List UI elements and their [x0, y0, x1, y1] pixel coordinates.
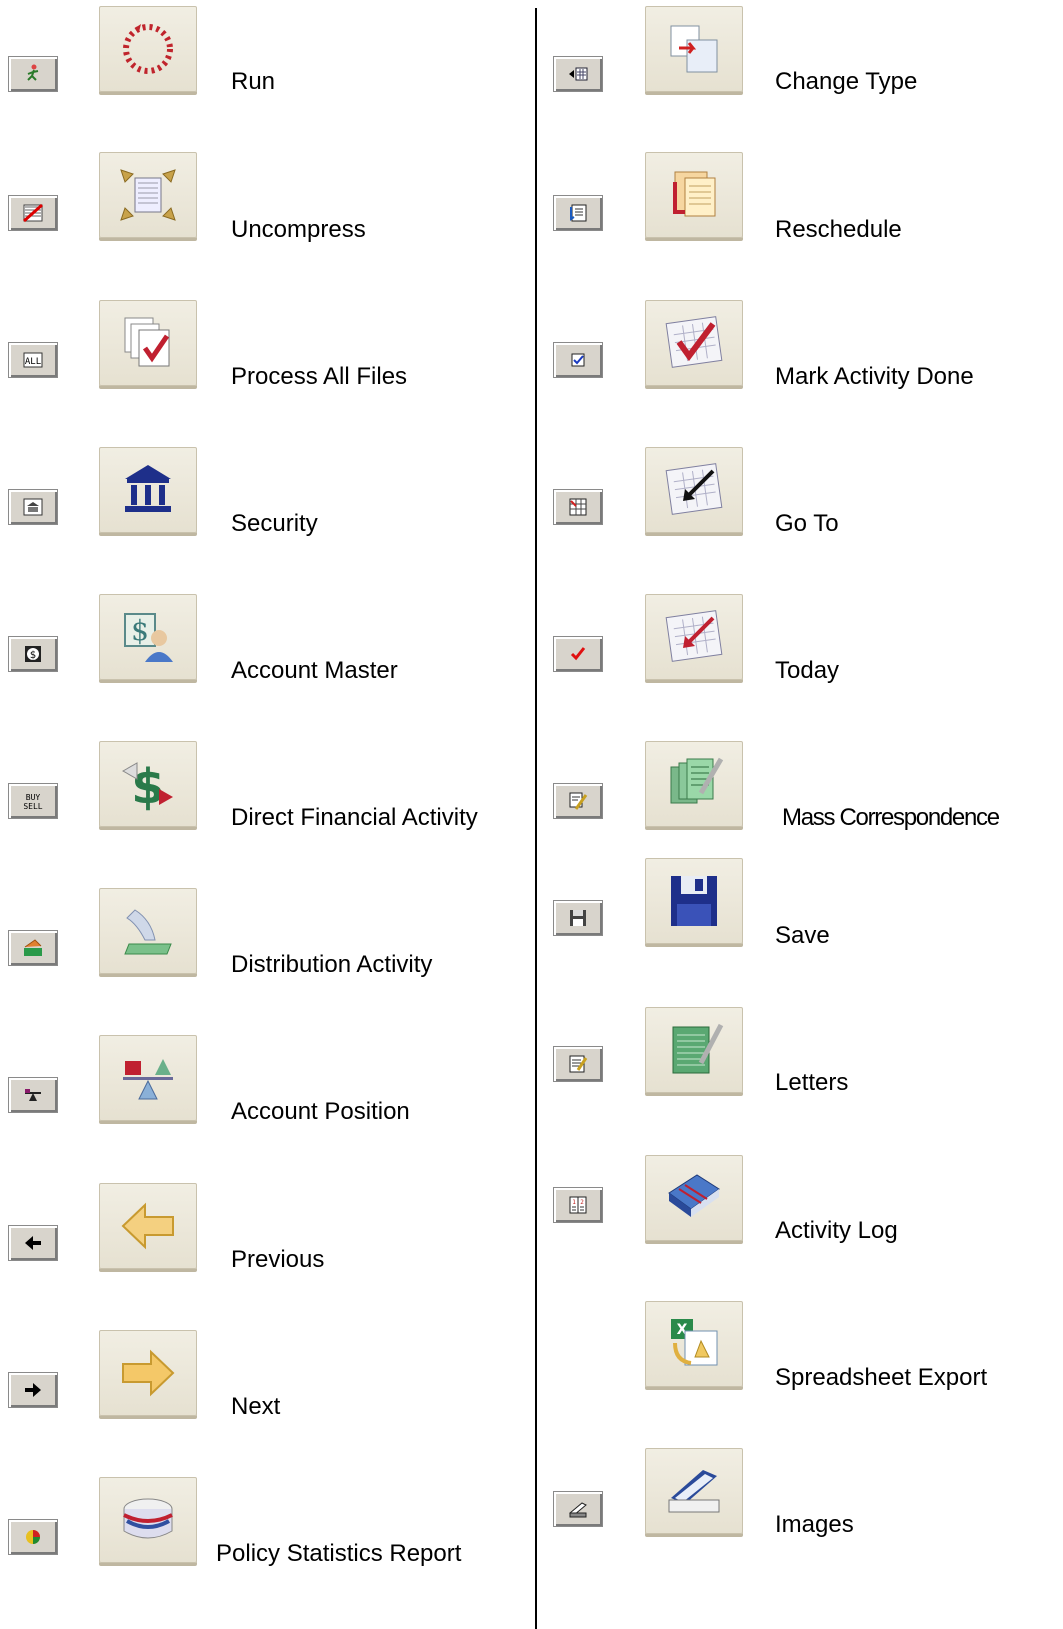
change-type-label: Change Type [775, 68, 918, 95]
letters-label: Letters [775, 1069, 849, 1096]
calendar-arrow-icon[interactable] [645, 447, 743, 533]
next-label: Next [231, 1393, 281, 1420]
documents-pencil-icon[interactable] [645, 741, 743, 827]
account-position-label: Account Position [231, 1098, 410, 1125]
change-type-icon[interactable] [645, 6, 743, 92]
mass-correspondence-label: Mass Correspondence [782, 804, 1000, 831]
activity-log-label: Activity Log [775, 1217, 898, 1244]
change-type-small-icon[interactable] [553, 56, 603, 92]
images-label: Images [775, 1511, 854, 1538]
balance-scale-icon[interactable] [99, 1035, 197, 1121]
distribution-small-icon[interactable] [8, 930, 58, 966]
security-small-icon[interactable] [8, 489, 58, 525]
reschedule-icon[interactable] [645, 152, 743, 238]
svg-text:$: $ [131, 614, 149, 647]
report-icon[interactable] [99, 1477, 197, 1563]
svg-text:ALL: ALL [25, 357, 41, 367]
floppy-disk-icon[interactable] [645, 858, 743, 944]
uncompress-icon[interactable] [99, 152, 197, 238]
previous-label: Previous [231, 1246, 325, 1273]
run-label: Run [231, 68, 276, 95]
go-to-label: Go To [775, 510, 839, 537]
pie-small-icon[interactable] [8, 1519, 58, 1555]
calendar-today-icon[interactable] [645, 594, 743, 680]
process-all-files-label: Process All Files [231, 363, 408, 390]
arrow-left-icon[interactable] [99, 1183, 197, 1269]
dollar-exchange-icon[interactable]: $ [99, 741, 197, 827]
svg-text:SELL: SELL [23, 802, 42, 811]
column-divider [535, 8, 537, 1629]
arrow-left-small-icon[interactable] [8, 1225, 58, 1261]
spreadsheet-export-icon[interactable]: X [645, 1301, 743, 1387]
bank-icon[interactable] [99, 447, 197, 533]
hand-money-icon[interactable] [99, 888, 197, 974]
uncompress-small-icon[interactable] [8, 195, 58, 231]
buy-sell-icon[interactable]: BUY SELL [8, 783, 58, 819]
security-label: Security [231, 510, 318, 537]
svg-text:BUY: BUY [26, 793, 41, 802]
book-icon[interactable] [645, 1155, 743, 1241]
run-icon[interactable] [99, 6, 197, 92]
svg-text:1: 1 [572, 1199, 576, 1206]
spreadsheet-export-label: Spreadsheet Export [775, 1364, 988, 1391]
reschedule-label: Reschedule [775, 216, 902, 243]
balance-small-icon[interactable] [8, 1077, 58, 1113]
checkmark-small-icon[interactable] [553, 636, 603, 672]
uncompress-label: Uncompress [231, 216, 366, 243]
letter-pencil-icon[interactable] [645, 1007, 743, 1093]
account-master-small-icon[interactable]: $ [8, 636, 58, 672]
reschedule-small-icon[interactable] [553, 195, 603, 231]
svg-text:$: $ [30, 650, 36, 661]
scanner-small-icon[interactable] [553, 1491, 603, 1527]
today-label: Today [775, 657, 840, 684]
pencil-note-small-icon[interactable] [553, 783, 603, 819]
mark-activity-done-label: Mark Activity Done [775, 363, 974, 390]
policy-statistics-report-label: Policy Statistics Report [216, 1540, 462, 1567]
process-all-files-icon[interactable] [99, 300, 197, 386]
dollar-person-icon[interactable]: $ [99, 594, 197, 680]
direct-financial-activity-label: Direct Financial Activity [231, 804, 478, 831]
all-small-icon[interactable]: ALL [8, 342, 58, 378]
save-label: Save [775, 922, 830, 949]
svg-text:2: 2 [580, 1199, 584, 1206]
arrow-right-icon[interactable] [99, 1330, 197, 1416]
log-small-icon[interactable]: 12 [553, 1187, 603, 1223]
arrow-right-small-icon[interactable] [8, 1372, 58, 1408]
goto-small-icon[interactable] [553, 489, 603, 525]
floppy-small-icon[interactable] [553, 900, 603, 936]
run-small-icon[interactable] [8, 56, 58, 92]
checkbox-small-icon[interactable] [553, 342, 603, 378]
account-master-label: Account Master [231, 657, 398, 684]
calendar-check-icon[interactable] [645, 300, 743, 386]
edit-note-small-icon[interactable] [553, 1046, 603, 1082]
distribution-activity-label: Distribution Activity [231, 951, 433, 978]
scanner-icon[interactable] [645, 1448, 743, 1534]
